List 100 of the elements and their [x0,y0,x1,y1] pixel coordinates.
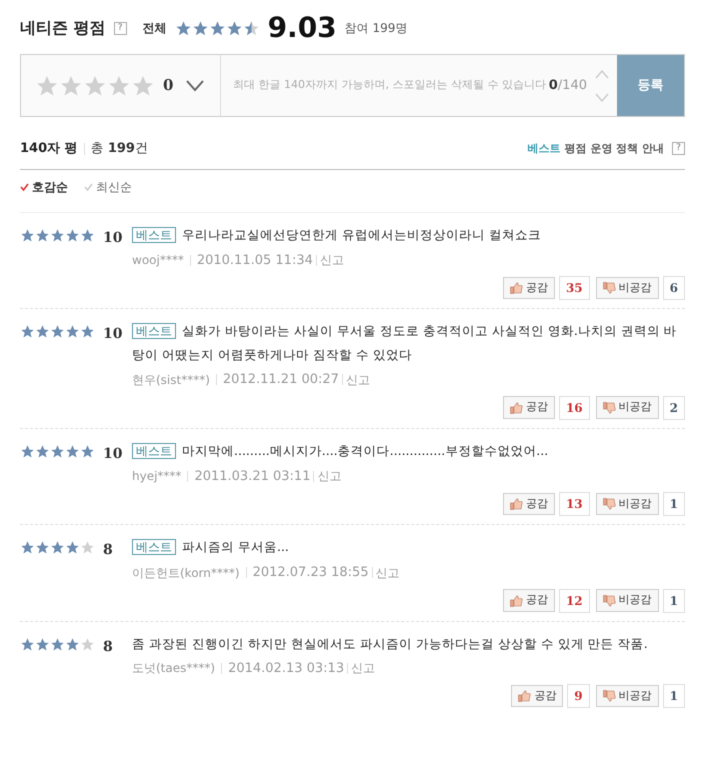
dislike-count: 6 [662,276,685,300]
best-badge: 베스트 [132,226,176,242]
review-text: 베스트 파시즘의 무서움... [132,535,685,559]
total-count: 총 199건 [90,140,148,158]
dislike-count: 1 [662,684,685,708]
username: 현우(sist****) [132,372,210,389]
star-icon [35,444,50,458]
star-icon [35,636,50,652]
star-icon [59,74,83,98]
thumbs-down-icon [602,282,616,294]
score-value: 10 [103,444,122,464]
dislike-button[interactable]: 비공감 [596,492,659,516]
score-value: 10 [103,325,122,344]
thumbs-down-icon [602,690,616,702]
like-button[interactable]: 공감 [502,396,555,419]
dislike-button[interactable]: 비공감 [596,276,659,300]
date-text: 2012.07.23 18:55 [252,564,369,582]
star-icon [80,444,95,458]
star-icon [20,540,35,555]
star-icon [65,444,80,458]
star-icon [208,20,226,36]
thumbs-up-icon [510,402,523,414]
star-icon [20,324,35,339]
star-icon [65,636,80,652]
dislike-count: 1 [662,588,685,612]
score-value: 8 [103,638,113,656]
star-icon [50,636,65,652]
review-text: 베스트 실화가 바탕이라는 사실이 무서울 정도로 충격적이고 사실적인 영화.나치의 권력의 바탕이 어땠는지 어렴풋하게나마 짐작할 수 있었다 [132,322,678,364]
star-icon [226,20,243,36]
review-text: 베스트 우리나라교실에선당연한게 유럽에서는비정상이라니 컬쳐쇼크 [132,222,685,246]
average-score: 9.03 [268,14,337,42]
star-icon [174,20,192,36]
thumbs-up-icon [510,282,523,294]
score-value: 10 [103,228,122,248]
star-icon [242,20,260,36]
like-count: 13 [558,492,590,516]
like-button[interactable]: 공감 [502,276,555,300]
help-icon[interactable]: ? [114,22,127,34]
date-text: 2011.03.21 03:11 [194,468,310,486]
chevron-down-icon[interactable] [186,80,204,92]
review-text: 베스트 마지막에.........메시지가....충격이다..............부정할수없었어... [132,438,685,462]
char-counter: 0/140 [548,76,587,95]
star-icon [20,636,35,652]
best-badge: 베스트 [132,323,176,339]
dislike-count: 2 [662,396,685,420]
star-icon [50,540,65,555]
username: 이든헌트(korn****) [132,564,240,582]
like-button[interactable]: 공감 [502,589,555,612]
thumbs-up-icon [510,498,523,510]
dislike-count: 1 [662,492,685,516]
thumbs-down-icon [602,594,616,606]
star-icon [35,540,50,555]
star-icon [50,444,65,458]
star-icon [35,74,59,98]
like-count: 12 [558,588,590,612]
scope-label: 전체 [142,20,167,37]
star-icon [35,228,50,242]
username: hyej**** [132,468,182,486]
star-icon [80,228,95,242]
star-icon [20,228,35,242]
thumbs-down-icon [602,402,616,414]
like-count: 9 [567,684,590,708]
dislike-button[interactable]: 비공감 [596,589,659,612]
star-icon [65,228,80,242]
check-icon [84,182,93,190]
like-button[interactable]: 공감 [511,684,564,708]
star-icon [131,74,155,98]
star-icon [107,74,131,98]
star-icon [80,636,95,652]
star-icon [65,324,80,339]
date-text: 2010.11.05 11:34 [196,252,313,270]
username: 도넛(taes****) [132,660,216,678]
review-text: 좀 과장된 진행이긴 하지만 현실에서도 파시즘이 가능하다는걸 상상할 수 있게 만든 작품. [132,634,649,652]
thumbs-down-icon [602,498,616,510]
star-icon [80,540,95,555]
review-input[interactable]: 최대 한글 140자까지 가능하며, 스포일러는 삭제될 수 있습니다. [231,76,549,95]
star-icon [50,228,65,242]
score-value: 8 [103,541,113,560]
star-icon [35,324,50,339]
dislike-button[interactable]: 비공감 [596,396,659,419]
sort-tab[interactable]: 호감순 [20,178,68,196]
participants-text: 참여 199명 [344,20,408,37]
score-value: 0 [163,75,174,96]
username: wooj**** [132,252,184,270]
star-icon [192,20,209,36]
policy-link[interactable]: 베스트 평점 운영 정책 안내 [528,140,664,157]
star-icon [20,444,35,458]
thumbs-up-icon [518,690,532,702]
dislike-button[interactable]: 비공감 [596,684,659,708]
star-icon [65,540,80,555]
help-icon[interactable]: ? [672,142,685,156]
like-button[interactable]: 공감 [502,492,555,516]
star-icon [80,324,95,339]
sort-tab[interactable]: 최신순 [84,178,132,196]
like-count: 16 [558,396,590,420]
star-icon [83,74,107,98]
rating-title: 네티즌 평점 [20,17,106,39]
thumbs-up-icon [510,594,523,606]
date-text: 2012.11.21 00:27 [222,371,339,389]
list-title: 140자 평 [20,140,78,158]
